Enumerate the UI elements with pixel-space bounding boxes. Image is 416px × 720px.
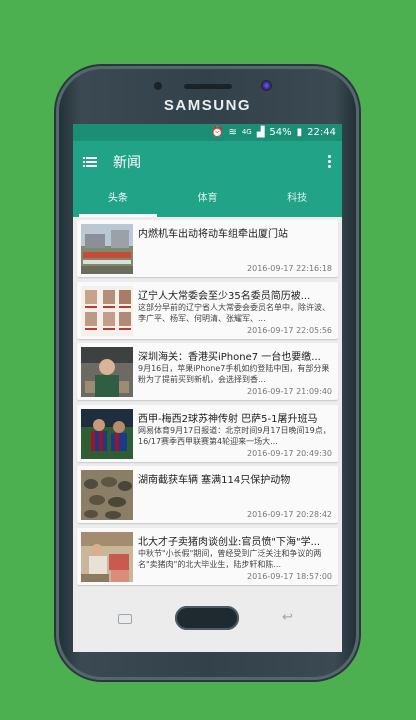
screen: ⏰ ≋ 4G ▟ 54% ▮ 22:44 新闻 头条 体育 科技 内燃机车出动将… — [73, 124, 342, 652]
tab-indicator — [79, 214, 157, 217]
news-thumbnail — [81, 224, 133, 274]
battery-icon: ▮ — [296, 127, 303, 138]
news-thumbnail — [81, 531, 133, 582]
news-thumbnail — [81, 285, 133, 336]
wifi-icon: ≋ — [228, 127, 237, 138]
app-bar: 新闻 — [73, 141, 342, 183]
status-bar: ⏰ ≋ 4G ▟ 54% ▮ 22:44 — [73, 124, 342, 141]
clock: 22:44 — [307, 127, 336, 138]
news-thumbnail — [81, 347, 133, 398]
news-desc: 中秋节"小长假"期间，曾经受到广泛关注和争议的两名"卖猪肉"的北大毕业生，陆步轩… — [138, 548, 322, 569]
tab-sports[interactable]: 体育 — [163, 183, 253, 217]
hamburger-menu-icon[interactable] — [83, 157, 97, 167]
back-icon[interactable]: ↩ — [282, 611, 300, 625]
news-item[interactable]: 湖南截获车辆 塞满114只保护动物 2016-09-17 20:28:42 — [77, 466, 338, 524]
signal-icon: ▟ — [256, 127, 265, 138]
news-time: 2016-09-17 22:16:18 — [247, 264, 332, 273]
tab-headlines[interactable]: 头条 — [73, 183, 163, 217]
device-brand: SAMSUNG — [163, 97, 252, 114]
news-title: 湖南截获车辆 塞满114只保护动物 — [138, 475, 291, 487]
news-title: 内燃机车出动将动车组牵出厦门站 — [138, 229, 288, 240]
news-desc: 网易体育9月17日报道：北京时间9月17日晚间19点，16/17赛季西甲联赛第4… — [138, 425, 331, 446]
news-time: 2016-09-17 18:57:00 — [247, 571, 332, 581]
news-item[interactable]: 辽宁人大常委会至少35名委员简历被... 这部分早前的辽宁省人大常委会委员名单中… — [77, 281, 338, 339]
news-time: 2016-09-17 20:49:30 — [247, 448, 332, 458]
news-item[interactable]: 西甲-梅西2球苏神传射 巴萨5-1屠升班马 网易体育9月17日报道：北京时间9月… — [77, 404, 338, 462]
news-desc: 这部分早前的辽宁省人大常委会委员名单中，除许波、李广平、杨军、何明清、张耀军、.… — [138, 302, 330, 323]
news-time: 2016-09-17 20:28:42 — [247, 510, 332, 520]
more-vert-icon[interactable] — [328, 155, 332, 169]
news-item[interactable]: 北大才子卖猪肉谈创业:官员愤"下海"学... 中秋节"小长假"期间，曾经受到广泛… — [77, 527, 338, 585]
news-thumbnail — [81, 408, 133, 459]
news-thumbnail — [81, 470, 133, 521]
battery-level: 54% — [269, 127, 292, 138]
news-time: 2016-09-17 22:05:56 — [247, 325, 332, 335]
tab-bar: 头条 体育 科技 — [73, 183, 342, 217]
news-item[interactable]: 深圳海关：香港买iPhone7 一台也要缴... 9月16日，苹果iPhone7… — [77, 343, 338, 401]
earpiece-speaker — [184, 84, 232, 89]
news-title: 深圳海关：香港买iPhone7 一台也要缴... — [138, 352, 321, 364]
front-camera — [261, 80, 272, 91]
proximity-sensor — [154, 82, 162, 90]
news-desc — [138, 240, 334, 262]
home-button[interactable] — [175, 606, 239, 630]
news-desc — [138, 486, 334, 508]
news-title: 辽宁人大常委会至少35名委员简历被... — [138, 290, 311, 302]
news-item[interactable]: 内燃机车出动将动车组牵出厦门站 2016-09-17 22:16:18 — [77, 220, 338, 277]
news-desc: 9月16日，苹果iPhone7手机如约登陆中国，有部分果粉为了提前买到新机，会选… — [138, 364, 330, 385]
alarm-icon: ⏰ — [210, 127, 224, 138]
phone-frame: SAMSUNG ⏰ ≋ 4G ▟ 54% ▮ 22:44 新闻 头条 体育 科技… — [56, 66, 359, 680]
news-title: 北大才子卖猪肉谈创业:官员愤"下海"学... — [138, 536, 321, 548]
news-time: 2016-09-17 21:09:40 — [247, 387, 332, 397]
tab-tech[interactable]: 科技 — [252, 183, 342, 217]
page-title: 新闻 — [113, 155, 141, 171]
news-list: 内燃机车出动将动车组牵出厦门站 2016-09-17 22:16:18 辽宁人大… — [73, 217, 342, 585]
news-title: 西甲-梅西2球苏神传射 巴萨5-1屠升班马 — [138, 413, 318, 425]
recent-apps-icon[interactable] — [118, 614, 132, 624]
network-type: 4G — [241, 128, 252, 136]
